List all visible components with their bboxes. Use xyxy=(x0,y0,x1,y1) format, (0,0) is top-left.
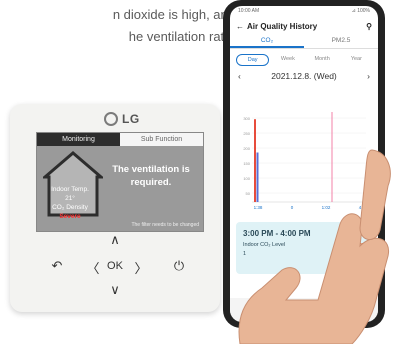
pollutant-tabs: CO₂ PM2.5 xyxy=(230,34,378,49)
left-button[interactable]: 〈 xyxy=(84,258,102,277)
ventilation-message: The ventilation is required. xyxy=(105,163,197,189)
nav-home-icon[interactable]: ○ xyxy=(302,305,307,315)
ok-button[interactable]: OK xyxy=(104,260,126,272)
chart-y-tick: 250 xyxy=(243,131,250,136)
chart-y-tick: 300 xyxy=(243,116,250,121)
summary-value: • Unhealthy xyxy=(334,242,365,248)
controller-screen: Monitoring Sub Function Indoor Temp. 21°… xyxy=(36,132,204,232)
chart-x-tick: 0 xyxy=(291,205,294,210)
status-battery: ⊿ 100% xyxy=(351,8,370,14)
status-bar: 10:00 AM ⊿ 100% xyxy=(230,6,378,18)
chart-x-tick: 1:02 xyxy=(322,205,331,210)
period-week[interactable]: Week xyxy=(272,54,303,66)
co2-label: CO₂ Density xyxy=(52,204,88,211)
summary-sub-left: 1 xyxy=(243,251,247,257)
up-button[interactable]: ∧ xyxy=(106,232,124,248)
phone-screen: 10:00 AM ⊿ 100% ← Air Quality History ⚲ … xyxy=(230,6,378,322)
next-date-icon[interactable]: › xyxy=(367,71,370,81)
summary-time-range: 3:00 PM - 4:00 PM xyxy=(243,229,311,238)
co2-value: Severe xyxy=(59,213,81,220)
chart-bar xyxy=(256,152,259,202)
status-time: 10:00 AM xyxy=(238,8,260,14)
date-bar: ‹ 2021.12.8. (Wed) › xyxy=(230,68,378,84)
period-day[interactable]: Day xyxy=(236,54,270,66)
message-line-1: The ventilation is xyxy=(112,164,190,175)
caption-line-1: n dioxide is high, and xyxy=(112,7,235,22)
smartphone: 10:00 AM ⊿ 100% ← Air Quality History ⚲ … xyxy=(223,0,385,328)
tab-pm25[interactable]: PM2.5 xyxy=(304,34,378,48)
power-button[interactable]: ⏻ xyxy=(170,258,188,274)
period-selector: Day Week Month Year xyxy=(230,49,378,68)
caption: n dioxide is high, and he ventilation ra… xyxy=(0,4,235,48)
summary-sub-right: Withdrawn xyxy=(339,251,365,257)
indoor-temp-label: Indoor Temp. xyxy=(51,186,89,193)
period-month[interactable]: Month xyxy=(307,54,338,66)
chart-x-tick: 1:38 xyxy=(254,205,263,210)
indoor-status: Indoor Temp. 21° CO₂ Density Severe xyxy=(47,185,93,221)
down-button[interactable]: ∨ xyxy=(106,282,124,298)
tab-sub-function[interactable]: Sub Function xyxy=(120,133,203,146)
lg-logo-icon xyxy=(104,112,118,126)
nav-recents-icon[interactable]: □ xyxy=(351,305,356,315)
indoor-temp-value: 21° xyxy=(65,195,75,202)
lg-logo: LG xyxy=(104,112,140,126)
summary-label: Indoor CO₂ Level xyxy=(243,242,286,248)
share-icon[interactable]: ⚲ xyxy=(366,22,372,31)
back-button[interactable]: ↶ xyxy=(48,258,66,274)
tab-co2[interactable]: CO₂ xyxy=(230,34,304,48)
chart-x-tick: 4 xyxy=(359,205,362,210)
message-line-2: required. xyxy=(130,177,172,188)
caption-line-2: he ventilation rate. xyxy=(128,29,235,44)
nav-bar: ◁ ○ □ xyxy=(230,298,378,322)
chart-y-tick: 50 xyxy=(246,191,251,196)
co2-chart: 300 250 200 150 100 50 1:38 0 1:02 4 xyxy=(243,112,366,210)
app-bar: ← Air Quality History ⚲ xyxy=(230,18,378,34)
tab-monitoring[interactable]: Monitoring xyxy=(37,133,120,146)
right-button[interactable]: 〉 xyxy=(132,258,150,277)
chart-y-tick: 150 xyxy=(243,161,250,166)
nav-back-icon[interactable]: ◁ xyxy=(252,305,259,316)
app-title: Air Quality History xyxy=(247,21,318,31)
brand-label: LG xyxy=(122,112,140,126)
summary-card: 3:00 PM - 4:00 PM Indoor CO₂ Level • Unh… xyxy=(236,222,372,274)
wall-controller: LG Monitoring Sub Function Indoor Temp. … xyxy=(10,104,220,312)
filter-note: The filter needs to be changed xyxy=(131,222,199,228)
period-year[interactable]: Year xyxy=(341,54,372,66)
prev-date-icon[interactable]: ‹ xyxy=(238,71,241,81)
chart-bar xyxy=(254,119,256,202)
chart-y-tick: 100 xyxy=(243,176,250,181)
selected-date: 2021.12.8. (Wed) xyxy=(271,71,337,81)
chart-y-tick: 200 xyxy=(243,146,250,151)
back-arrow-icon[interactable]: ← xyxy=(236,22,244,31)
